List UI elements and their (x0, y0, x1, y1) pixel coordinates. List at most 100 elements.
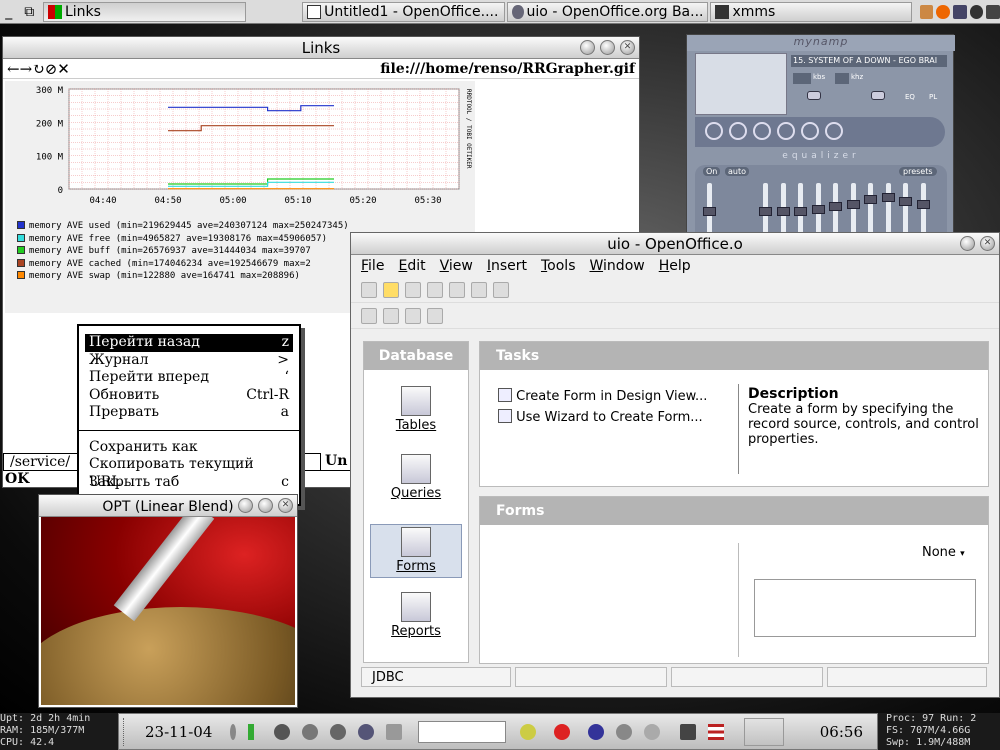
sidebar-item-forms[interactable]: Forms (370, 524, 462, 578)
panel-search-box[interactable] (418, 720, 507, 743)
sort-ascending-icon[interactable] (471, 281, 487, 298)
prev-button[interactable] (705, 122, 723, 140)
eq-slider-knob[interactable] (864, 195, 877, 204)
eq-slider-knob[interactable] (899, 197, 912, 206)
maximize-button[interactable] (258, 498, 273, 513)
gear-icon[interactable] (616, 723, 633, 740)
eq-slider-knob[interactable] (811, 205, 825, 214)
eq-slider-knob[interactable] (794, 207, 807, 216)
menu-item[interactable]: Перейти назад z (85, 334, 293, 352)
menu-item[interactable]: Скопировать текущий URL (85, 456, 293, 490)
next-button[interactable] (801, 122, 819, 140)
tray-icon-1[interactable] (919, 4, 934, 19)
eq-slider-knob[interactable] (829, 202, 842, 211)
pager[interactable] (744, 717, 785, 746)
pause-button[interactable] (753, 122, 771, 140)
menu-help[interactable]: Help (659, 258, 691, 274)
minimize-button[interactable] (238, 498, 253, 513)
menu-insert[interactable]: Insert (487, 258, 527, 274)
tray-icon-4[interactable] (969, 4, 984, 19)
menu-item[interactable]: Сохранить как (85, 439, 293, 457)
editor-icon[interactable] (302, 723, 319, 740)
clipboard-icon[interactable] (680, 723, 697, 740)
close-button[interactable]: ✕ (278, 498, 293, 513)
links-titlebar[interactable]: Links ✕ (3, 37, 639, 59)
preview-dropdown[interactable]: None ▾ (922, 545, 965, 560)
eq-slider-knob[interactable] (703, 207, 716, 216)
navigation-buttons[interactable]: ←→↻⊘✕ (7, 60, 70, 78)
date-display[interactable]: 23-11-04 (133, 723, 224, 741)
volume-icon[interactable] (248, 723, 255, 740)
browser-icon[interactable] (358, 723, 375, 740)
paste-icon[interactable] (449, 281, 465, 298)
globe-icon[interactable] (588, 723, 605, 740)
record-icon[interactable] (554, 723, 571, 740)
form-open-icon[interactable] (361, 307, 377, 324)
menu-item[interactable]: Перейти вперед ‘ (85, 369, 293, 387)
menu-tools[interactable]: Tools (541, 258, 576, 274)
star-icon[interactable] (520, 723, 537, 740)
tray-icon-5[interactable] (986, 4, 1000, 19)
task-wizard[interactable]: Use Wizard to Create Form... (498, 409, 703, 425)
taskbar-item-writer[interactable]: Untitled1 - OpenOffice.... (302, 1, 506, 22)
sidebar-item-reports[interactable]: Reports (372, 592, 460, 644)
copy-icon[interactable] (427, 281, 443, 298)
stop-button[interactable] (777, 122, 795, 140)
sidebar-item-queries[interactable]: Queries (372, 454, 460, 506)
new-document-icon[interactable] (361, 281, 377, 298)
xmms-brand[interactable]: mynamp (687, 35, 955, 51)
wrench-icon[interactable] (644, 723, 661, 740)
display-icon[interactable] (386, 723, 403, 740)
eq-slider-knob[interactable] (776, 207, 790, 216)
eject-button[interactable] (825, 122, 843, 140)
menu-view[interactable]: View (440, 258, 473, 274)
balance-slider[interactable] (871, 91, 885, 100)
minimize-all-icon[interactable]: _ (0, 4, 18, 20)
menu-item[interactable]: Прервать a (85, 404, 293, 422)
eq-slider-knob[interactable] (881, 193, 895, 202)
taskbar-item-base[interactable]: uio - OpenOffice.org Ba... (507, 1, 709, 22)
volume-slider[interactable] (807, 91, 821, 100)
eq-auto-toggle[interactable]: auto (725, 167, 750, 176)
window-list-icon[interactable]: ⧉ (18, 4, 41, 20)
clock[interactable]: 06:56 (820, 723, 877, 741)
form-delete-icon[interactable] (427, 307, 443, 324)
open-folder-icon[interactable] (383, 281, 399, 298)
terminal-icon[interactable] (274, 723, 291, 740)
pl-toggle[interactable]: PL (929, 93, 937, 101)
sidebar-item-tables[interactable]: Tables (372, 386, 460, 438)
taskbar-item-xmms[interactable]: xmms (710, 1, 912, 22)
minimize-button[interactable] (580, 40, 595, 55)
menu-window[interactable]: Window (590, 258, 645, 274)
ooo-titlebar[interactable]: uio - OpenOffice.o ✕ (351, 233, 999, 255)
save-icon[interactable] (405, 281, 421, 298)
form-image-icon[interactable] (405, 307, 421, 324)
taskbar-item-links[interactable]: Links (42, 1, 247, 22)
mixer-icon[interactable] (230, 723, 237, 740)
eq-toggle[interactable]: EQ (905, 93, 915, 101)
eq-slider-knob[interactable] (916, 200, 930, 209)
menu-item[interactable]: Журнал > (85, 352, 293, 370)
eq-on-toggle[interactable]: On (703, 167, 721, 176)
maximize-button[interactable] (600, 40, 615, 55)
eq-slider-knob[interactable] (846, 200, 860, 209)
menu-file[interactable]: File (361, 258, 384, 274)
menu-item[interactable]: Закрыть таб c (85, 474, 293, 492)
settings-icon[interactable] (330, 723, 347, 740)
presets-button[interactable]: presets (899, 167, 937, 176)
panel-handle[interactable] (123, 717, 133, 746)
close-button[interactable]: ✕ (980, 236, 995, 251)
maximize-button[interactable] (960, 236, 975, 251)
firefox-icon[interactable] (936, 4, 950, 19)
eq-slider-knob[interactable] (759, 207, 772, 216)
task-design-view[interactable]: Create Form in Design View... (498, 388, 707, 404)
opt-titlebar[interactable]: OPT (Linear Blend) ✕ (39, 495, 297, 517)
sort-descending-icon[interactable] (493, 281, 509, 298)
form-edit-icon[interactable] (383, 307, 399, 324)
menu-edit[interactable]: Edit (398, 258, 425, 274)
menu-item[interactable]: Обновить Ctrl-R (85, 387, 293, 405)
play-button[interactable] (729, 122, 747, 140)
close-button[interactable]: ✕ (620, 40, 635, 55)
tray-icon-3[interactable] (953, 4, 967, 19)
us-flag-icon[interactable] (708, 723, 725, 740)
